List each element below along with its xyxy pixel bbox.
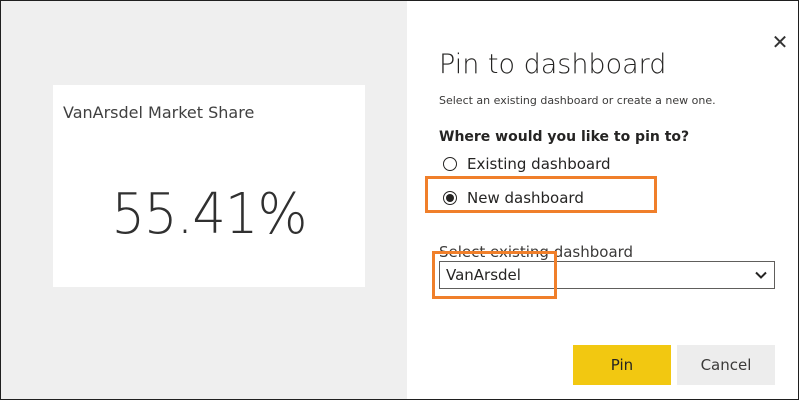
chevron-down-icon — [755, 271, 767, 279]
new-dashboard-radio[interactable]: New dashboard — [443, 187, 584, 209]
dialog-title: Pin to dashboard — [439, 49, 667, 80]
pin-location-question: Where would you like to pin to? — [439, 129, 690, 145]
dialog-subtitle: Select an existing dashboard or create a… — [439, 94, 716, 107]
select-dashboard-label: Select existing dashboard — [439, 243, 634, 261]
dashboard-select[interactable]: VanArsdel — [439, 261, 775, 289]
existing-dashboard-label: Existing dashboard — [467, 155, 611, 173]
radio-selected-icon — [443, 191, 457, 205]
tile-title: VanArsdel Market Share — [63, 103, 255, 122]
close-icon[interactable]: ✕ — [771, 32, 789, 52]
existing-dashboard-radio[interactable]: Existing dashboard — [443, 153, 611, 175]
pin-dialog-window: VanArsdel Market Share 55.41% ✕ Pin to d… — [0, 0, 799, 400]
radio-unselected-icon — [443, 157, 457, 171]
pin-button[interactable]: Pin — [573, 345, 671, 385]
tile-value: 55.41% — [111, 182, 307, 247]
dashboard-select-value: VanArsdel — [446, 266, 521, 284]
tile-preview-pane: VanArsdel Market Share 55.41% — [1, 1, 407, 399]
new-dashboard-label: New dashboard — [467, 189, 584, 207]
pin-dialog: ✕ Pin to dashboard Select an existing da… — [407, 1, 798, 399]
cancel-button[interactable]: Cancel — [677, 345, 775, 385]
tile-card: VanArsdel Market Share 55.41% — [53, 85, 365, 287]
